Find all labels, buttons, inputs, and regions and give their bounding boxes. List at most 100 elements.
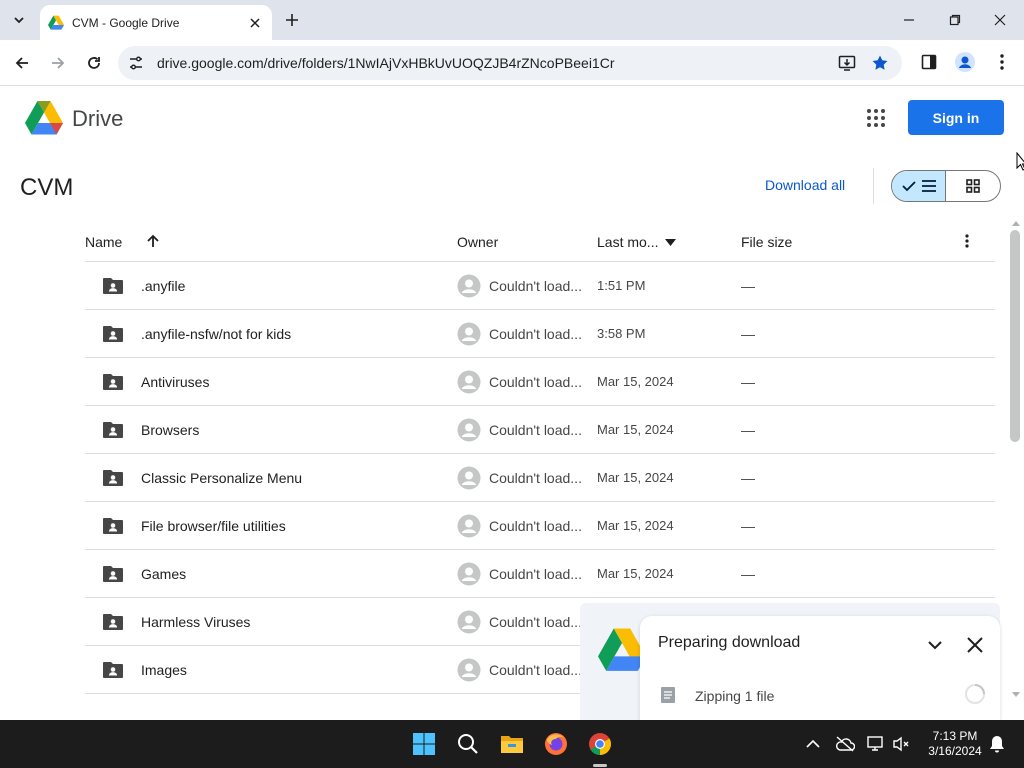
shared-folder-icon (103, 326, 123, 342)
taskbar-chrome[interactable] (588, 732, 612, 756)
column-header-last-modified[interactable]: Last mo... (597, 234, 658, 250)
profile-button[interactable] (955, 52, 975, 72)
file-size-text: — (741, 374, 755, 390)
notifications-button[interactable] (985, 732, 1009, 756)
view-toggle (891, 170, 1001, 202)
download-all-button[interactable]: Download all (765, 177, 845, 193)
site-settings-icon[interactable] (128, 55, 144, 71)
scroll-down-arrow-icon[interactable] (1012, 692, 1020, 698)
volume-muted-icon (893, 736, 909, 752)
tab-search-button[interactable] (6, 7, 32, 33)
more-vert-icon[interactable] (965, 234, 969, 248)
file-icon (661, 687, 675, 703)
windows-taskbar: 7:13 PM 3/16/2024 (0, 720, 1024, 768)
scroll-up-arrow-icon[interactable] (1012, 220, 1020, 226)
list-view-button[interactable] (892, 171, 947, 201)
drive-logo-icon (598, 628, 646, 671)
taskbar-file-explorer[interactable] (500, 732, 524, 756)
onedrive-tray-button[interactable] (833, 732, 857, 756)
owner-text: Couldn't load... (489, 278, 582, 294)
grid-view-button[interactable] (946, 171, 1000, 201)
plus-icon (286, 14, 298, 26)
grid-icon (966, 179, 980, 193)
column-header-name[interactable]: Name (85, 234, 122, 250)
table-row[interactable]: .anyfile Couldn't load... 1:51 PM — (85, 262, 995, 310)
browser-menu-button[interactable] (992, 52, 1012, 72)
column-header-owner[interactable]: Owner (457, 234, 498, 250)
owner-text: Couldn't load... (489, 422, 582, 438)
last-modified-text: Mar 15, 2024 (597, 374, 674, 389)
tab-close-button[interactable] (246, 14, 264, 32)
caret-down-icon[interactable] (665, 239, 676, 246)
windows-logo-icon (413, 733, 435, 755)
last-modified-text: 1:51 PM (597, 278, 646, 293)
file-name: .anyfile-nsfw/not for kids (141, 326, 292, 342)
system-clock[interactable]: 7:13 PM 3/16/2024 (922, 729, 988, 759)
shared-folder-icon (103, 566, 123, 582)
download-panel-title: Preparing download (658, 634, 801, 651)
minimize-button[interactable] (897, 8, 921, 32)
table-row[interactable]: Games Couldn't load... Mar 15, 2024 — (85, 550, 995, 598)
browser-tab[interactable]: CVM - Google Drive (40, 5, 272, 40)
taskbar-firefox[interactable] (544, 732, 568, 756)
restore-button[interactable] (943, 8, 967, 32)
address-bar[interactable]: drive.google.com/drive/folders/1NwIAjVxH… (118, 46, 902, 80)
shared-folder-icon (103, 278, 123, 294)
owner-avatar-icon (457, 562, 481, 586)
bell-icon (990, 736, 1004, 753)
shared-folder-icon (103, 470, 123, 486)
bookmark-star-icon[interactable] (871, 54, 889, 72)
cloud-offline-icon (836, 736, 855, 752)
sign-in-button[interactable]: Sign in (908, 100, 1004, 135)
reload-button[interactable] (82, 51, 106, 75)
table-row[interactable]: File browser/file utilities Couldn't loa… (85, 502, 995, 550)
back-button[interactable] (10, 51, 34, 75)
drive-logo-icon[interactable] (25, 101, 63, 135)
start-button[interactable] (412, 732, 436, 756)
search-icon (458, 734, 478, 754)
forward-button[interactable] (46, 51, 70, 75)
toolbar-divider (873, 168, 874, 204)
list-icon (921, 180, 936, 192)
owner-avatar-icon (457, 466, 481, 490)
browser-toolbar: drive.google.com/drive/folders/1NwIAjVxH… (0, 40, 1024, 86)
last-modified-text: Mar 15, 2024 (597, 422, 674, 437)
column-header-file-size[interactable]: File size (741, 234, 792, 250)
download-panel: Preparing download Zipping 1 file (640, 616, 1000, 720)
drive-app-name[interactable]: Drive (72, 106, 123, 132)
google-apps-icon[interactable] (866, 108, 886, 128)
owner-text: Couldn't load... (489, 518, 582, 534)
owner-avatar-icon (457, 322, 481, 346)
arrow-up-icon[interactable] (146, 234, 160, 248)
file-name: File browser/file utilities (141, 518, 286, 534)
install-app-icon[interactable] (838, 54, 856, 72)
new-tab-button[interactable] (281, 9, 303, 31)
file-name: Harmless Viruses (141, 614, 251, 630)
show-hidden-icons-button[interactable] (801, 732, 825, 756)
side-panel-button[interactable] (919, 52, 939, 72)
table-row[interactable]: Browsers Couldn't load... Mar 15, 2024 — (85, 406, 995, 454)
shared-folder-icon (103, 614, 123, 630)
close-icon (994, 14, 1006, 26)
chevron-up-icon (806, 739, 820, 748)
table-row[interactable]: .anyfile-nsfw/not for kids Couldn't load… (85, 310, 995, 358)
network-tray-button[interactable] (865, 732, 889, 756)
owner-avatar-icon (457, 658, 481, 682)
owner-avatar-icon (457, 370, 481, 394)
close-window-button[interactable] (988, 8, 1012, 32)
clock-time: 7:13 PM (932, 729, 978, 743)
file-size-text: — (741, 518, 755, 534)
volume-tray-button[interactable] (889, 732, 913, 756)
scrollbar-thumb[interactable] (1010, 230, 1020, 442)
table-row[interactable]: Antiviruses Couldn't load... Mar 15, 202… (85, 358, 995, 406)
table-row[interactable]: Classic Personalize Menu Couldn't load..… (85, 454, 995, 502)
file-table-header: Name Owner Last mo... File size (85, 222, 995, 262)
restore-icon (949, 14, 961, 26)
owner-text: Couldn't load... (489, 374, 582, 390)
chevron-down-icon[interactable] (924, 634, 946, 656)
taskbar-search-button[interactable] (456, 732, 480, 756)
owner-text: Couldn't load... (489, 662, 582, 678)
file-name: Classic Personalize Menu (141, 470, 303, 486)
close-icon[interactable] (964, 634, 986, 656)
file-explorer-icon (501, 736, 523, 753)
